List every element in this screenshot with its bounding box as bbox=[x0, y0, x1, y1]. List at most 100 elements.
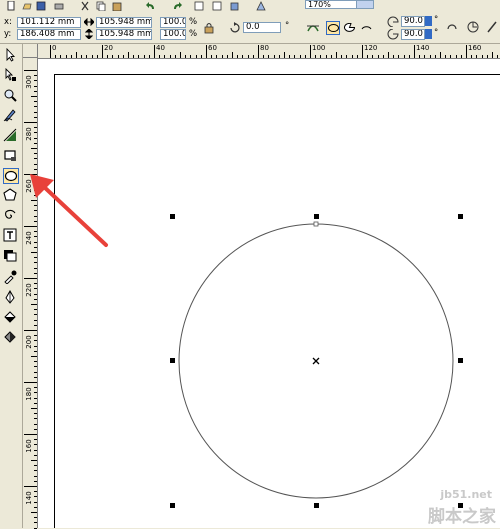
circle-node[interactable] bbox=[313, 221, 319, 227]
ruler-v-tick bbox=[34, 340, 37, 342]
ruler-v-tick bbox=[34, 90, 37, 92]
ruler-h-tick bbox=[190, 55, 192, 58]
polygon-tool[interactable] bbox=[3, 188, 19, 204]
pie-mode-button[interactable] bbox=[343, 21, 357, 35]
ellipse-tool[interactable] bbox=[3, 168, 19, 184]
save-icon[interactable] bbox=[36, 1, 46, 11]
paste-icon[interactable] bbox=[112, 1, 122, 11]
lock-ratio-icon[interactable] bbox=[204, 22, 214, 34]
redo-icon[interactable] bbox=[172, 1, 182, 11]
vertical-ruler[interactable]: 300 280 260 240 220 200 180 160 140 bbox=[23, 58, 38, 529]
ruler-v-tick bbox=[34, 335, 37, 337]
x-position-field[interactable]: 101.112 mm bbox=[17, 17, 81, 28]
arc-mode-button[interactable] bbox=[360, 21, 374, 35]
scale-x-unit: % bbox=[189, 17, 198, 27]
end-angle-spinner[interactable] bbox=[425, 29, 432, 39]
ruler-h-tick bbox=[242, 55, 244, 58]
mirror-icon[interactable] bbox=[304, 18, 322, 36]
fill-tool[interactable] bbox=[3, 310, 19, 326]
ruler-v-tick bbox=[34, 444, 37, 446]
selection-handle-right[interactable] bbox=[458, 358, 463, 363]
direction-icon[interactable] bbox=[445, 20, 459, 34]
ellipse-mode-button[interactable] bbox=[326, 21, 340, 35]
ruler-v-tick bbox=[24, 70, 37, 71]
ruler-h-tick bbox=[96, 55, 98, 58]
ruler-v-tick bbox=[34, 309, 37, 311]
ruler-h-tick bbox=[232, 52, 233, 58]
ruler-origin[interactable] bbox=[23, 44, 38, 58]
ruler-h-tick bbox=[346, 55, 348, 58]
ruler-v-tick bbox=[34, 293, 37, 295]
horizontal-ruler[interactable]: 0 20 40 60 80 100 120 140 160 bbox=[38, 44, 500, 59]
scale-x-field[interactable]: 100.0 bbox=[160, 17, 186, 28]
selection-handle-top-right[interactable] bbox=[458, 214, 463, 219]
selection-handle-bottom-left[interactable] bbox=[170, 503, 175, 508]
ruler-v-tick bbox=[34, 111, 37, 113]
ruler-v-tick bbox=[34, 501, 37, 503]
ruler-v-tick bbox=[34, 85, 37, 87]
ruler-v-tick bbox=[34, 506, 37, 508]
rotation-angle-field[interactable]: 0.0 bbox=[243, 22, 281, 33]
start-angle-field[interactable]: 90.0 bbox=[401, 16, 425, 27]
interactive-fill-tool[interactable] bbox=[3, 330, 19, 346]
shape-tool[interactable] bbox=[3, 67, 19, 84]
cut-icon[interactable] bbox=[80, 1, 90, 11]
ruler-v-tick bbox=[34, 75, 37, 77]
convert-to-curves-icon[interactable] bbox=[466, 20, 480, 34]
smart-fill-tool[interactable] bbox=[3, 128, 19, 144]
zoom-tool[interactable] bbox=[3, 88, 19, 104]
width-field[interactable]: 105.948 mm bbox=[96, 17, 152, 28]
center-x-icon bbox=[312, 357, 320, 365]
outline-tool[interactable] bbox=[3, 289, 19, 306]
y-position-field[interactable]: 186.408 mm bbox=[17, 29, 81, 40]
ruler-v-tick bbox=[24, 278, 37, 279]
copy-icon[interactable] bbox=[96, 1, 106, 11]
pick-tool[interactable] bbox=[3, 47, 19, 64]
ruler-h-tick bbox=[362, 45, 363, 58]
selection-handle-top-left[interactable] bbox=[170, 214, 175, 219]
end-angle-field[interactable]: 90.0 bbox=[401, 29, 425, 40]
chevron-down-icon[interactable] bbox=[356, 0, 374, 9]
print-icon[interactable] bbox=[54, 1, 64, 11]
spiral-tool[interactable] bbox=[3, 208, 19, 224]
ruler-v-tick bbox=[34, 428, 37, 430]
ruler-h-tick bbox=[138, 55, 140, 58]
welcome-screen-icon[interactable] bbox=[256, 1, 266, 11]
selection-handle-bottom[interactable] bbox=[314, 503, 319, 508]
import-icon[interactable] bbox=[194, 1, 204, 11]
ruler-h-tick bbox=[388, 52, 389, 58]
start-angle-spinner[interactable] bbox=[425, 16, 432, 26]
undo-icon[interactable] bbox=[146, 1, 156, 11]
application-launcher-icon[interactable] bbox=[230, 1, 240, 11]
eyedropper-tool[interactable] bbox=[3, 270, 19, 286]
outline-width-icon[interactable] bbox=[486, 20, 498, 34]
height-field[interactable]: 105.948 mm bbox=[96, 29, 152, 40]
export-icon[interactable] bbox=[212, 1, 222, 11]
ruler-v-tick bbox=[34, 475, 37, 477]
ruler-h-tick bbox=[143, 55, 145, 58]
watermark-site: jb51.net bbox=[440, 488, 492, 501]
freehand-tool[interactable] bbox=[3, 108, 19, 124]
ruler-v-tick bbox=[34, 288, 37, 290]
rectangle-icon bbox=[4, 150, 16, 161]
ruler-h-tick bbox=[112, 55, 114, 58]
ruler-h-tick bbox=[320, 55, 322, 58]
selected-circle[interactable] bbox=[170, 214, 465, 511]
selection-handle-left[interactable] bbox=[170, 358, 175, 363]
open-icon[interactable] bbox=[22, 1, 32, 11]
new-document-icon[interactable] bbox=[6, 1, 16, 11]
text-tool[interactable] bbox=[3, 228, 19, 244]
ruler-h-tick bbox=[164, 55, 166, 58]
interactive-tool[interactable] bbox=[3, 248, 19, 264]
scale-y-field[interactable]: 100.0 bbox=[160, 29, 186, 40]
rectangle-tool[interactable] bbox=[3, 148, 19, 164]
ruler-v-tick bbox=[34, 366, 37, 368]
x-label: x: bbox=[4, 17, 12, 27]
ruler-h-tick bbox=[315, 55, 317, 58]
selection-handle-top[interactable] bbox=[314, 214, 319, 219]
ruler-h-tick bbox=[122, 55, 124, 58]
ruler-v-tick bbox=[34, 376, 37, 378]
ruler-h-tick bbox=[351, 55, 353, 58]
ruler-h-tick bbox=[445, 55, 447, 58]
ruler-h-tick bbox=[393, 55, 395, 58]
